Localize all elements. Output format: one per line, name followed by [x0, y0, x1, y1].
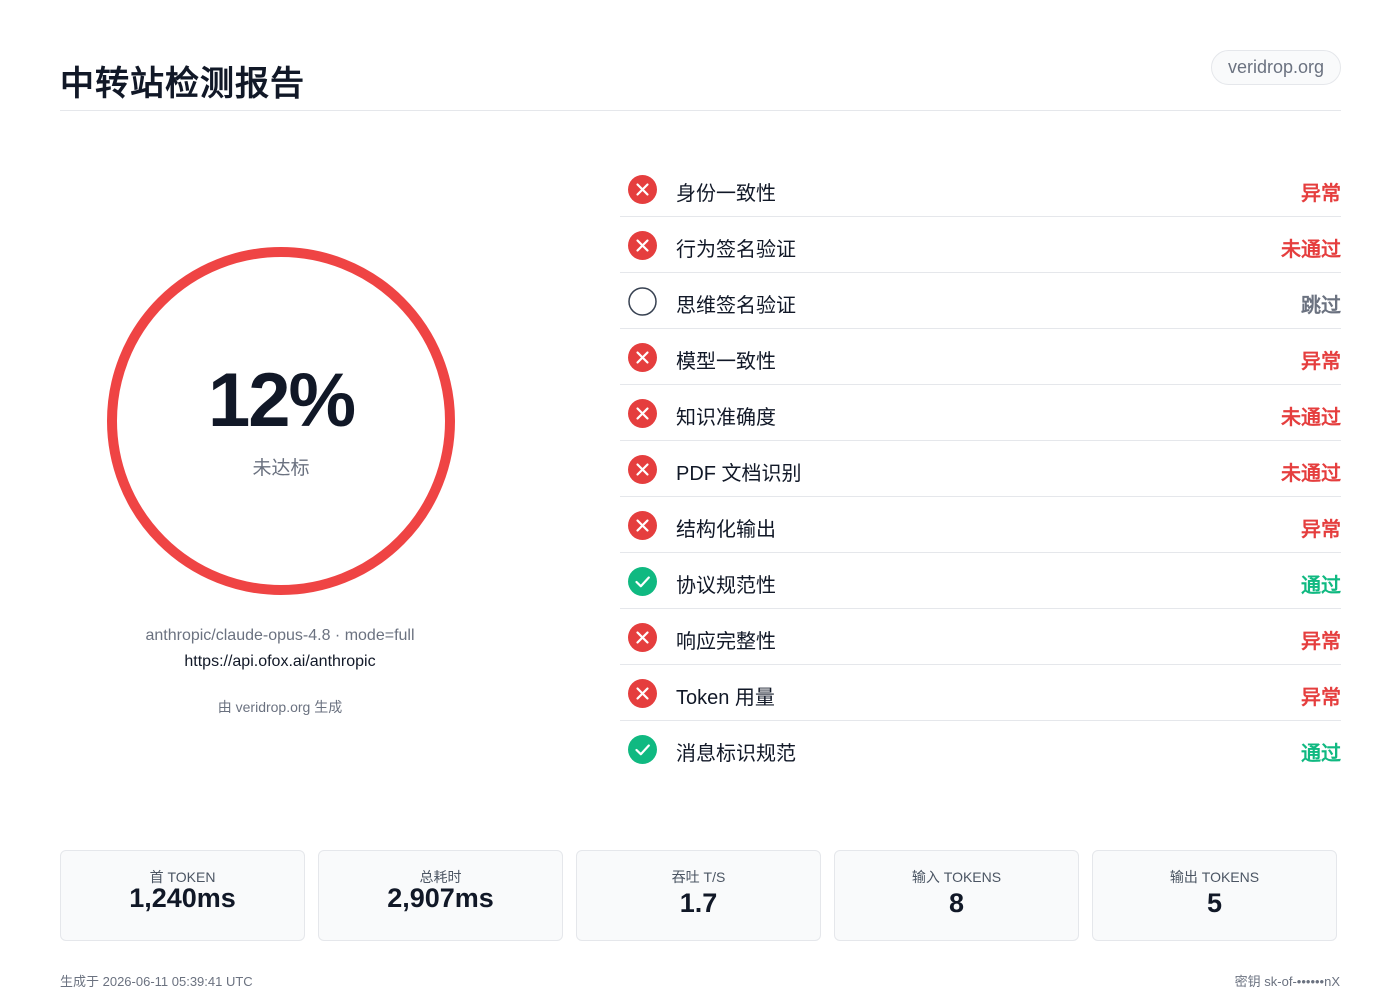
check-label: 响应完整性	[676, 631, 776, 653]
check-row: 行为签名验证 未通过	[620, 217, 1341, 273]
score-ring: 12% 未达标	[105, 245, 457, 597]
stat-card: 首 TOKEN 1,240ms	[60, 850, 305, 941]
check-label: Token 用量	[676, 687, 775, 709]
score-value: 12%	[207, 358, 356, 443]
x-circle-icon	[628, 455, 657, 484]
stat-label: 输出 TOKENS	[1169, 869, 1260, 885]
check-label: 思维签名验证	[676, 295, 796, 317]
x-circle-icon	[628, 399, 657, 428]
check-label: 模型一致性	[676, 351, 776, 373]
check-label: 结构化输出	[676, 519, 776, 541]
x-circle-icon	[628, 343, 657, 372]
check-row: 身份一致性 异常	[620, 161, 1341, 217]
check-status: 通过	[1301, 575, 1341, 597]
stat-card: 总耗时 2,907ms	[318, 850, 563, 941]
stat-value: 2,907ms	[387, 883, 494, 913]
check-status: 异常	[1301, 351, 1341, 373]
check-row: 思维签名验证 跳过	[620, 273, 1341, 329]
check-status: 异常	[1301, 687, 1341, 709]
check-label: PDF 文档识别	[676, 463, 802, 485]
check-status: 通过	[1301, 743, 1341, 765]
check-row: 消息标识规范 通过	[620, 721, 1341, 777]
x-circle-icon	[628, 175, 657, 204]
check-status: 异常	[1301, 519, 1341, 541]
check-row: 响应完整性 异常	[620, 609, 1341, 665]
generated-timestamp: 生成于 2026-06-11 05:39:41 UTC	[60, 974, 253, 989]
stat-value: 8	[948, 888, 965, 918]
check-row: 知识准确度 未通过	[620, 385, 1341, 441]
generated-by: 由 veridrop.org 生成	[217, 699, 343, 715]
stat-value: 1.7	[679, 888, 718, 918]
stat-card: 输入 TOKENS 8	[834, 850, 1079, 941]
stat-card: 输出 TOKENS 5	[1092, 850, 1337, 941]
check-status: 未通过	[1281, 239, 1341, 261]
check-status: 跳过	[1301, 295, 1341, 317]
check-label: 行为签名验证	[676, 239, 796, 261]
api-key-masked: 密钥 sk-of-••••••nX	[1234, 974, 1340, 989]
check-row: PDF 文档识别 未通过	[620, 441, 1341, 497]
check-row: 结构化输出 异常	[620, 497, 1341, 553]
stat-label: 输入 TOKENS	[911, 869, 1002, 885]
x-circle-icon	[628, 623, 657, 652]
stat-value: 5	[1206, 888, 1223, 918]
domain-badge[interactable]: veridrop.org	[1210, 50, 1341, 85]
check-circle-icon	[628, 567, 657, 596]
check-list: 身份一致性 异常 行为签名验证 未通过 思维签名验证 跳过 模型一致性 异常 知识准确度 未通过 P…	[620, 161, 1341, 777]
check-label: 协议规范性	[676, 575, 776, 597]
check-status: 异常	[1301, 183, 1341, 205]
check-status: 未通过	[1281, 407, 1341, 429]
page-title: 中转站检测报告	[60, 65, 305, 103]
stats-bar: 首 TOKEN 1,240ms 总耗时 2,907ms 吞吐 T/S 1.7 输入 TOKE…	[60, 850, 1340, 941]
check-row: 协议规范性 通过	[620, 553, 1341, 609]
check-label: 身份一致性	[676, 183, 776, 205]
check-row: Token 用量 异常	[620, 665, 1341, 721]
stat-card: 吞吐 T/S 1.7	[576, 850, 821, 941]
stat-value: 1,240ms	[129, 883, 236, 913]
x-circle-icon	[628, 511, 657, 540]
check-status: 异常	[1301, 631, 1341, 653]
check-row: 模型一致性 异常	[620, 329, 1341, 385]
x-circle-icon	[628, 231, 657, 260]
check-circle-icon	[628, 735, 657, 764]
x-circle-icon	[628, 679, 657, 708]
check-label: 消息标识规范	[676, 743, 796, 765]
model-info: anthropic/claude-opus-4.8 · mode=full	[145, 627, 415, 644]
endpoint-url[interactable]: https://api.ofox.ai/anthropic	[60, 653, 500, 671]
report-header: 中转站检测报告 veridrop.org	[60, 50, 1341, 111]
score-label: 未达标	[252, 458, 310, 479]
check-status: 未通过	[1281, 463, 1341, 485]
stat-label: 吞吐 T/S	[671, 869, 726, 885]
check-label: 知识准确度	[676, 407, 776, 429]
empty-circle-icon	[628, 287, 657, 316]
